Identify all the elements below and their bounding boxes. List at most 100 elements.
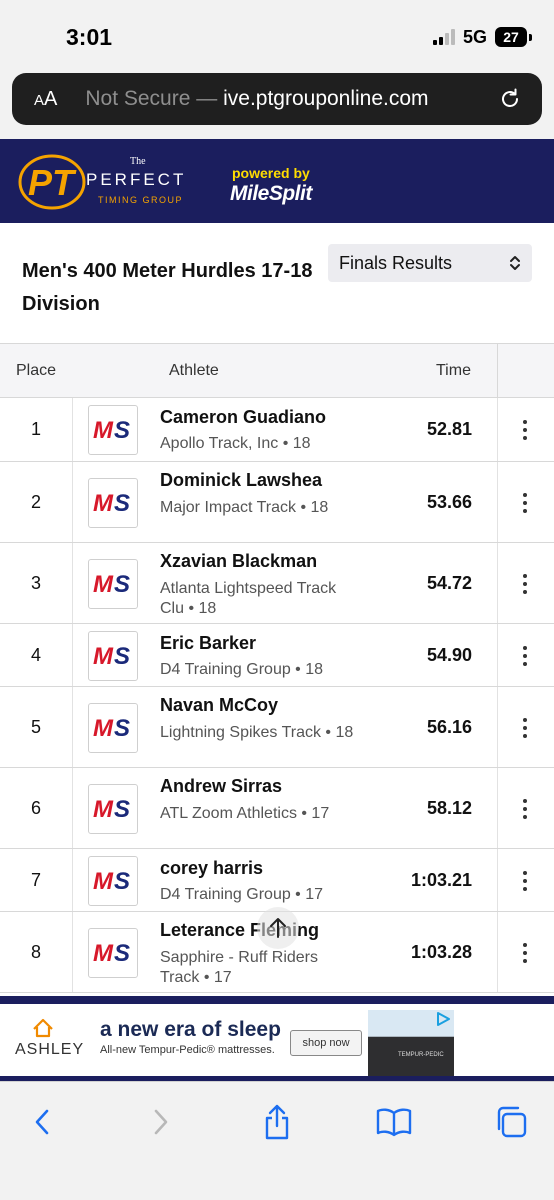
adchoices-icon[interactable] <box>434 1010 452 1028</box>
table-row[interactable]: 4 M S Eric Barker D4 Training Group • 18 54.9… <box>0 624 554 687</box>
more-options-icon[interactable] <box>513 572 537 596</box>
row-place: 4 <box>30 645 41 665</box>
milesplit-badge-icon[interactable]: MS <box>88 703 138 753</box>
milesplit-badge-icon[interactable]: MS <box>88 856 138 906</box>
network-label: 5G <box>462 26 487 47</box>
status-time: 3:01 <box>66 24 113 50</box>
more-options-icon[interactable] <box>513 941 537 965</box>
brand-sub: TIMING GROUP <box>98 195 183 205</box>
result-time: 52.81 <box>426 419 472 439</box>
reader-options-button[interactable]: AA <box>34 88 57 111</box>
battery-icon: 27 <box>495 27 532 47</box>
result-time: 54.90 <box>426 645 472 665</box>
svg-text:M: M <box>93 940 114 967</box>
ad-banner[interactable]: ASHLEY a new era of sleep All-new Tempur… <box>0 1004 454 1076</box>
forward-button[interactable] <box>143 1104 179 1140</box>
battery-level: 27 <box>495 27 527 47</box>
url-domain: ive.ptgrouponline.com <box>223 87 429 110</box>
row-place: 1 <box>30 419 41 439</box>
table-row[interactable]: 5 M S Navan McCoy Lightning Spikes Track • 1… <box>0 687 554 768</box>
powered-by-label: powered by <box>232 165 310 181</box>
result-time: 56.16 <box>426 717 472 737</box>
milesplit-badge-icon[interactable]: MS <box>88 559 138 609</box>
tabs-icon <box>497 1106 527 1138</box>
result-time: 58.12 <box>426 798 472 818</box>
pt-logo-mark-icon: PT The PERFECT TIMING GROUP <box>18 154 186 210</box>
result-time: 54.72 <box>426 573 472 593</box>
athlete-team: Apollo Track, Inc • 18 <box>160 435 311 452</box>
athlete-name[interactable]: corey harris <box>160 858 263 879</box>
back-button[interactable] <box>24 1104 60 1140</box>
results-table: Place Athlete Time 1 M S Cameron Guadiano Ap… <box>0 343 554 993</box>
url-display[interactable]: Not Secure — ive.ptgrouponline.com <box>85 87 428 111</box>
table-header: Place Athlete Time <box>0 344 554 398</box>
row-place: 2 <box>30 492 41 512</box>
milesplit-badge-icon[interactable]: MS <box>88 631 138 681</box>
url-bar[interactable]: AA Not Secure — ive.ptgrouponline.com <box>12 73 542 125</box>
share-button[interactable] <box>259 1104 295 1140</box>
athlete-name[interactable]: Navan McCoy <box>160 695 278 716</box>
table-row[interactable]: 7 M Scorey harris D4 Training Group • 17 1:0… <box>0 849 554 912</box>
milesplit-badge-icon[interactable]: MS <box>88 478 138 528</box>
athlete-team: D4 Training Group • 18 <box>160 661 324 678</box>
reload-icon[interactable] <box>498 87 522 111</box>
brand-name: PERFECT <box>86 170 186 189</box>
more-options-icon[interactable] <box>513 716 537 740</box>
bookmarks-icon <box>376 1108 412 1137</box>
more-options-icon[interactable] <box>513 644 537 668</box>
more-options-icon[interactable] <box>513 797 537 821</box>
svg-text:M: M <box>93 490 114 517</box>
svg-text:M: M <box>93 571 114 598</box>
logo-letters: PT <box>28 162 77 203</box>
svg-text:S: S <box>114 571 130 598</box>
brand-prefix: The <box>130 156 146 167</box>
athlete-name[interactable]: Cameron Guadiano <box>160 407 326 428</box>
signal-icon <box>432 29 455 45</box>
svg-text:S: S <box>114 417 130 444</box>
security-label: Not Secure — <box>85 87 218 110</box>
results-type-select[interactable]: Finals Results <box>328 244 532 282</box>
ad-shop-now-button[interactable]: shop now <box>290 1030 362 1056</box>
svg-text:S: S <box>114 643 130 670</box>
more-options-icon[interactable] <box>513 418 537 442</box>
table-row[interactable]: 6 M S Andrew Sirras ATL Zoom Athletics • 17 5… <box>0 768 554 849</box>
ad-subline: All-new Tempur-Pedic® mattresses. <box>100 1044 275 1056</box>
more-options-icon[interactable] <box>513 491 537 515</box>
forward-chevron-icon <box>154 1109 168 1135</box>
athlete-name[interactable]: Xzavian Blackman <box>160 551 317 572</box>
result-time: 53.66 <box>426 492 472 512</box>
athlete-team: D4 Training Group • 17 <box>160 886 324 903</box>
tabs-button[interactable] <box>493 1104 529 1140</box>
athlete-name[interactable]: Eric Barker <box>160 633 256 654</box>
header-place: Place <box>16 362 57 379</box>
milesplit-badge-icon[interactable]: MS <box>88 784 138 834</box>
result-time: 1:03.28 <box>410 942 472 962</box>
ashley-house-icon <box>33 1018 53 1038</box>
table-row[interactable]: 3 M S Xzavian Blackman Atlanta Lightspeed Tr… <box>0 543 554 624</box>
table-row[interactable]: 1 M S Cameron Guadiano Apollo Track, Inc • 1… <box>0 398 554 462</box>
scroll-to-top-button[interactable] <box>257 907 299 949</box>
back-chevron-icon <box>35 1109 49 1135</box>
athlete-team: Lightning Spikes Track • 18 <box>160 724 354 741</box>
milesplit-badge-icon[interactable]: MS <box>88 928 138 978</box>
milesplit-badge-icon[interactable]: MS <box>88 405 138 455</box>
ad-brand: ASHLEY <box>15 1041 85 1058</box>
svg-text:S: S <box>114 940 130 967</box>
milesplit-logo[interactable]: MileSplit <box>230 182 312 206</box>
athlete-name[interactable]: Dominick Lawshea <box>160 470 322 491</box>
perfect-timing-logo[interactable]: PT The PERFECT TIMING GROUP <box>18 151 223 218</box>
athlete-team: Major Impact Track • 18 <box>160 499 329 516</box>
bookmarks-button[interactable] <box>376 1104 412 1140</box>
svg-text:M: M <box>93 868 114 895</box>
row-place: 6 <box>30 798 41 818</box>
arrow-up-icon <box>270 918 286 938</box>
more-options-icon[interactable] <box>513 869 537 893</box>
table-row[interactable]: 2 M S Dominick Lawshea Major Impact Track • … <box>0 462 554 543</box>
row-place: 8 <box>30 942 41 962</box>
result-time: 1:03.21 <box>410 870 472 890</box>
svg-text:M: M <box>93 796 114 823</box>
results-type-value: Finals Results <box>339 252 453 273</box>
header-time: Time <box>436 362 471 379</box>
athlete-name[interactable]: Andrew Sirras <box>160 776 282 797</box>
athlete-team: ATL Zoom Athletics • 17 <box>160 805 330 822</box>
